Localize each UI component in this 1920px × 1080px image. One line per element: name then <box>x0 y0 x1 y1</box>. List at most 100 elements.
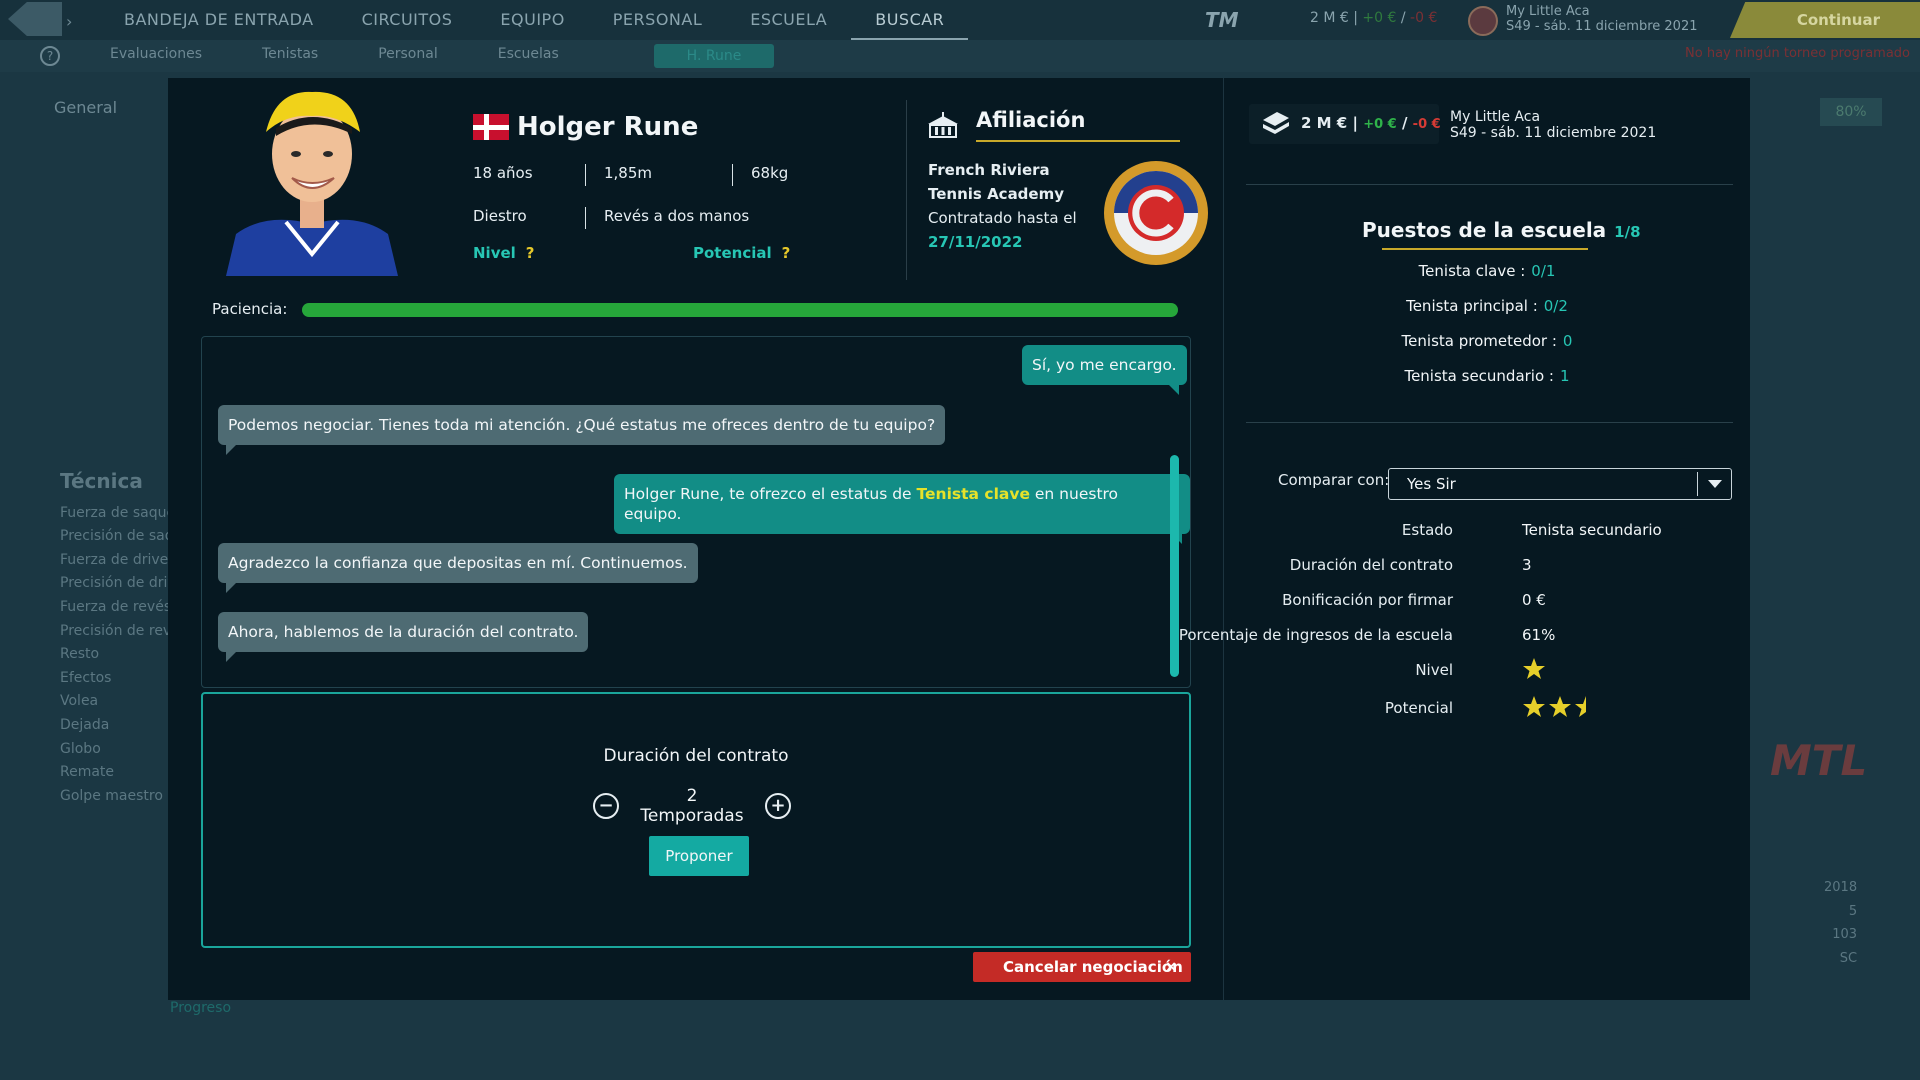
affiliation-title: Afiliación <box>976 108 1086 132</box>
nav-item-buscar[interactable]: BUSCAR <box>851 0 969 40</box>
help-icon[interactable]: ? <box>40 46 60 66</box>
decrease-button[interactable]: − <box>593 793 619 819</box>
nivel-label: Nivel <box>473 244 516 262</box>
nav-item-equipo[interactable]: EQUIPO <box>476 0 588 40</box>
player-name: Holger Rune <box>517 112 699 142</box>
forward-arrow-icon[interactable]: › <box>66 12 72 31</box>
subnav-tenistas[interactable]: Tenistas <box>262 46 318 62</box>
propose-button[interactable]: Proponer <box>649 836 749 876</box>
patience-bar <box>302 303 1178 317</box>
nav-items: BANDEJA DE ENTRADA CIRCUITOS EQUIPO PERS… <box>100 0 969 40</box>
slot-value: 0/1 <box>1531 262 1556 280</box>
slot-label: Tenista principal : <box>1406 297 1538 315</box>
academy-name: My Little Aca <box>1450 109 1541 125</box>
player-photo <box>216 84 408 276</box>
subnav-personal[interactable]: Personal <box>378 46 438 62</box>
chat-text: Ahora, hablemos de la duración del contr… <box>228 623 579 641</box>
player-hand: Diestro <box>473 207 527 225</box>
chevron-down-icon[interactable] <box>1697 472 1731 496</box>
compare-row-value: 61% <box>1522 626 1556 644</box>
chat-text: Podemos negociar. Tienes toda mi atenció… <box>228 416 936 434</box>
divider <box>585 207 586 229</box>
header-slash: / <box>1400 10 1406 26</box>
compare-row-value: 3 <box>1522 556 1532 574</box>
background-percent: 80% <box>1820 98 1882 126</box>
stat-value: 2018 <box>1824 880 1858 895</box>
stat-value: 5 <box>1848 903 1858 919</box>
continue-button[interactable]: Continuar <box>1730 2 1920 38</box>
player-height: 1,85m <box>604 164 653 182</box>
negotiation-modal: Holger Rune 18 años 1,85m 68kg Diestro R… <box>168 78 1750 1000</box>
finance-slash: / <box>1401 114 1408 132</box>
compare-row-label: Estado <box>1401 521 1453 539</box>
slot-label: Tenista clave : <box>1418 262 1526 280</box>
player-weight: 68kg <box>751 164 789 182</box>
header-divider <box>906 100 907 280</box>
chat-highlight: Tenista clave <box>916 485 1030 503</box>
potencial-label: Potencial <box>693 244 772 262</box>
slot-row: Tenista principal : 0/2 <box>1224 297 1750 315</box>
subnav-evaluaciones[interactable]: Evaluaciones <box>110 46 202 62</box>
divider <box>732 164 733 186</box>
slot-value: 1 <box>1559 367 1570 385</box>
header-expense: -0 € <box>1410 10 1438 26</box>
player-backhand: Revés a dos manos <box>604 207 750 225</box>
comparison-panel: 2 M € | +0 € / -0 € My Little Aca S49 - … <box>1179 78 1750 1000</box>
potencial-stars <box>1522 695 1598 719</box>
chat-message-manager: Sí, yo me encargo. <box>1022 345 1187 395</box>
nav-item-bandeja[interactable]: BANDEJA DE ENTRADA <box>100 0 338 40</box>
compare-dropdown[interactable]: Yes Sir <box>1388 468 1732 500</box>
slots-title-text: Puestos de la escuela <box>1362 218 1607 242</box>
nivel-stars <box>1522 657 1546 681</box>
nav-item-escuela[interactable]: ESCUELA <box>726 0 851 40</box>
tab-general[interactable]: General <box>54 98 117 117</box>
slot-value: 0/2 <box>1543 297 1568 315</box>
slots-count: 1/8 <box>1614 223 1641 241</box>
nivel-indicator: Nivel? <box>473 244 535 262</box>
star-icon <box>1523 658 1545 679</box>
increase-button[interactable]: + <box>765 793 791 819</box>
negotiation-panel: Holger Rune 18 años 1,85m 68kg Diestro R… <box>168 78 1222 1000</box>
duration-stepper: − 2 Temporadas + <box>593 786 791 826</box>
top-navigation: › BANDEJA DE ENTRADA CIRCUITOS EQUIPO PE… <box>0 0 1920 40</box>
player-age: 18 años <box>473 164 533 182</box>
nav-item-personal[interactable]: PERSONAL <box>589 0 726 40</box>
progress-label: Progreso <box>170 1000 232 1016</box>
chat-message-manager: Holger Rune, te ofrezco el estatus de Te… <box>614 474 1190 544</box>
finance-sep: | <box>1352 114 1358 132</box>
player-style-row: Diestro Revés a dos manos <box>473 207 749 229</box>
close-icon: × <box>1165 959 1177 975</box>
compare-row-label: Porcentaje de ingresos de la escuela <box>1178 626 1453 644</box>
subnav-escuelas[interactable]: Escuelas <box>498 46 559 62</box>
chat-scrollbar[interactable] <box>1170 455 1179 677</box>
star-icon <box>1523 696 1545 717</box>
header-date: S49 - sáb. 11 diciembre 2021 <box>1506 19 1698 34</box>
compare-label: Comparar con: <box>1278 471 1390 489</box>
chat-text: Holger Rune, te ofrezco el estatus de <box>624 485 917 503</box>
background-career-stats: 2018 5 103 SC <box>1824 876 1857 970</box>
header-sep: | <box>1353 10 1358 26</box>
nav-item-circuitos[interactable]: CIRCUITOS <box>338 0 477 40</box>
divider <box>1246 422 1733 423</box>
academy-header: My Little Aca S49 - sáb. 11 diciembre 20… <box>1450 109 1656 141</box>
slot-row: Tenista clave : 0/1 <box>1224 262 1750 280</box>
compare-row-label: Bonificación por firmar <box>1282 591 1453 609</box>
back-button[interactable] <box>8 2 62 36</box>
slot-row: Tenista secundario : 1 <box>1224 367 1750 385</box>
negotiation-chat[interactable]: Sí, yo me encargo. Podemos negociar. Tie… <box>201 336 1191 688</box>
compare-selected: Yes Sir <box>1407 475 1456 493</box>
divider <box>1246 184 1733 185</box>
divider <box>585 164 586 186</box>
proposal-title: Duración del contrato <box>603 746 789 766</box>
patience-label: Paciencia: <box>212 300 288 318</box>
patience-fill <box>302 303 1178 317</box>
duration-value: 2 Temporadas <box>640 786 744 826</box>
cancel-negotiation-button[interactable]: Cancelar negociación × <box>973 952 1191 982</box>
compare-row-value: Tenista secundario <box>1522 521 1662 539</box>
no-tournament-notice: No hay ningún torneo programado <box>1685 46 1910 61</box>
tm-logo: TM <box>1205 8 1239 32</box>
academy-logo-icon <box>1103 160 1209 266</box>
chat-message-player: Ahora, hablemos de la duración del contr… <box>218 612 589 662</box>
subnav-player-tab[interactable]: H. Rune <box>654 44 774 68</box>
header-income: +0 € <box>1362 10 1397 26</box>
